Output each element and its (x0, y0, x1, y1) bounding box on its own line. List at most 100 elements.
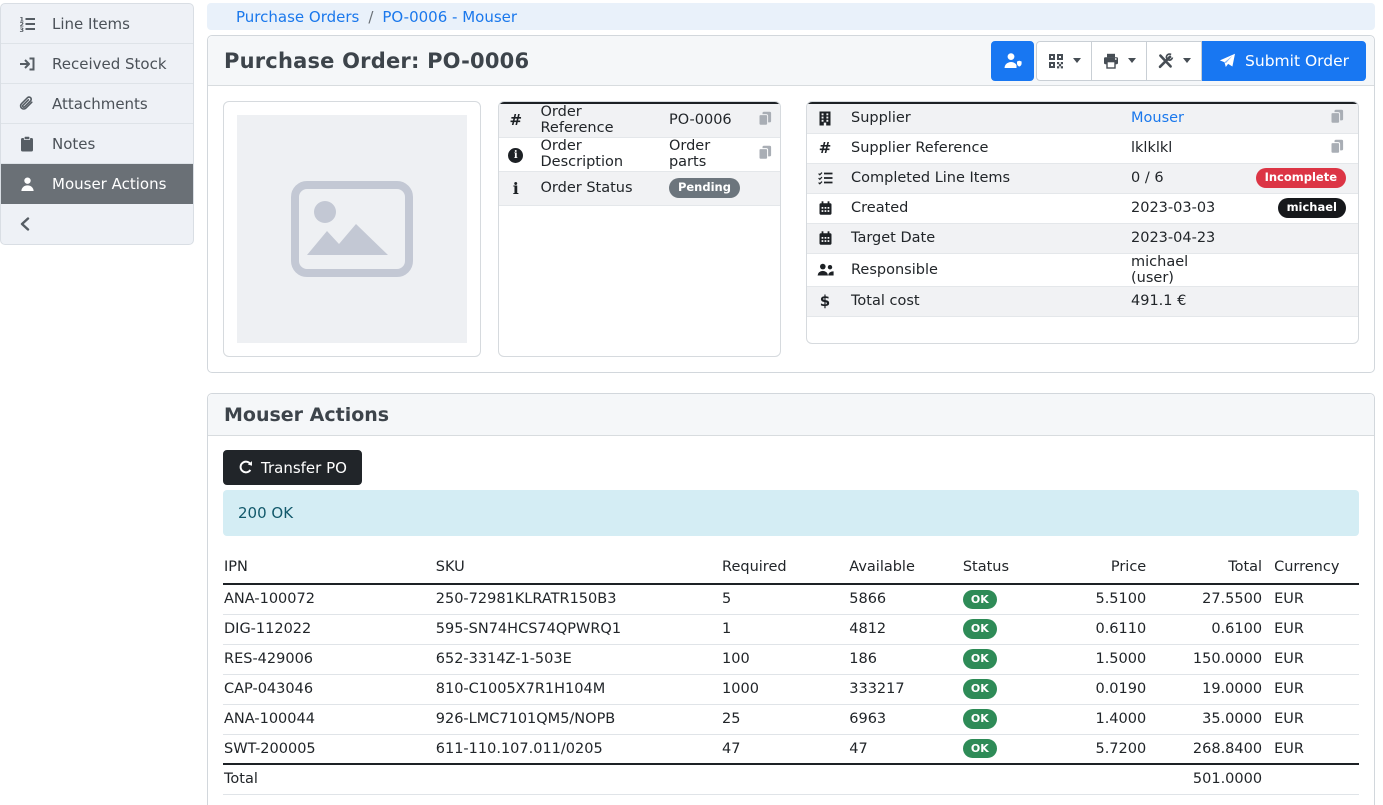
cell-currency: EUR (1268, 674, 1359, 704)
column-header: Required (716, 552, 843, 584)
transfer-po-button[interactable]: Transfer PO (223, 450, 362, 485)
status-badge: Pending (669, 178, 740, 198)
supplier-link[interactable]: Mouser (1131, 110, 1184, 126)
cell-ipn: DIG-112022 (223, 614, 430, 644)
table-row: Completed Line Items 0 / 6 Incomplete (807, 163, 1358, 193)
sidebar-item-label: Attachments (52, 95, 148, 113)
ok-badge: OK (963, 590, 997, 609)
ok-badge: OK (963, 709, 997, 728)
breadcrumb-link-purchase-orders[interactable]: Purchase Orders (236, 8, 359, 26)
detail-label: Target Date (843, 223, 1123, 253)
cell-ipn: ANA-100072 (223, 584, 430, 614)
column-header: Status (957, 552, 1059, 584)
mouser-actions-body: Transfer PO 200 OK IPN SKU Required Avai… (208, 436, 1374, 805)
sidebar-item-received-stock[interactable]: Received Stock (1, 44, 193, 84)
cell-price: 0.0190 (1059, 674, 1152, 704)
qrcode-icon (1048, 53, 1064, 69)
cell-currency: EUR (1268, 704, 1359, 734)
sidebar-item-label: Line Items (52, 15, 130, 33)
cell-required: 1 (716, 614, 843, 644)
calendar-icon (815, 231, 835, 245)
sidebar-item-mouser-actions[interactable]: Mouser Actions (1, 164, 193, 204)
order-options-button[interactable] (1146, 41, 1202, 81)
sidebar-item-notes[interactable]: Notes (1, 124, 193, 164)
detail-value: PO-0006 (661, 103, 748, 137)
sidebar-item-line-items[interactable]: 123 Line Items (1, 4, 193, 44)
breadcrumb-link-po[interactable]: PO-0006 - Mouser (382, 8, 517, 26)
cell-required: 47 (716, 734, 843, 764)
table-row: # Order Reference PO-0006 (499, 103, 780, 137)
copy-button[interactable] (758, 111, 772, 126)
sidebar-item-attachments[interactable]: Attachments (1, 84, 193, 124)
cell-total: 27.5500 (1152, 584, 1268, 614)
barcode-actions-button[interactable] (1036, 41, 1092, 81)
clipboard-icon (16, 136, 38, 152)
table-row: SWT-200005 611-110.107.011/0205 47 47 OK… (223, 734, 1359, 764)
cell-available: 4812 (843, 614, 957, 644)
print-actions-button[interactable] (1091, 41, 1147, 81)
detail-label: Created (843, 193, 1123, 223)
list-ol-icon: 123 (16, 16, 38, 32)
copy-button[interactable] (758, 145, 772, 160)
cell-currency: EUR (1268, 734, 1359, 764)
hashtag-icon: # (819, 139, 832, 157)
paper-plane-icon (1219, 53, 1236, 69)
table-row: $ Total cost 491.1 € (807, 286, 1358, 316)
cell-ipn: ANA-100044 (223, 704, 430, 734)
table-row: i Order Status Pending (499, 171, 780, 205)
detail-value: lklklkl (1123, 133, 1238, 163)
sign-in-icon (16, 56, 38, 72)
copy-button[interactable] (1330, 109, 1344, 124)
info-icon: i (513, 179, 519, 198)
toolbar-button-group (1036, 41, 1202, 81)
order-image-placeholder[interactable] (237, 115, 467, 343)
list-check-icon (815, 171, 835, 185)
response-alert: 200 OK (223, 490, 1359, 536)
dollar-icon: $ (820, 292, 830, 310)
purchase-order-body: # Order Reference PO-0006 i Order Descri… (208, 86, 1374, 372)
table-row: Created 2023-03-03 michael (807, 193, 1358, 223)
detail-value: Order parts (661, 137, 748, 171)
transfer-po-label: Transfer PO (261, 459, 347, 477)
cell-ipn: CAP-043046 (223, 674, 430, 704)
table-row: CAP-043046 810-C1005X7R1H104M 1000 33321… (223, 674, 1359, 704)
mouser-actions-header: Mouser Actions (208, 394, 1374, 436)
sidebar-item-label: Mouser Actions (52, 175, 166, 193)
submit-order-button[interactable]: Submit Order (1202, 41, 1366, 81)
detail-label: Order Description (533, 137, 661, 171)
order-details-table: # Order Reference PO-0006 i Order Descri… (499, 102, 780, 206)
table-row: # Supplier Reference lklklkl (807, 133, 1358, 163)
cell-sku: 652-3314Z-1-503E (430, 644, 716, 674)
ok-badge: OK (963, 649, 997, 668)
chevron-left-icon (19, 217, 31, 231)
cell-sku: 926-LMC7101QM5/NOPB (430, 704, 716, 734)
svg-text:3: 3 (19, 25, 24, 31)
sidebar-item-label: Received Stock (52, 55, 167, 73)
table-row: Target Date 2023-04-23 (807, 223, 1358, 253)
panel-title: Mouser Actions (224, 404, 389, 426)
column-header: IPN (223, 552, 430, 584)
table-row: RES-429006 652-3314Z-1-503E 100 186 OK 1… (223, 644, 1359, 674)
cell-required: 25 (716, 704, 843, 734)
copy-button[interactable] (1330, 139, 1344, 154)
cell-price: 1.4000 (1059, 704, 1152, 734)
sidebar-collapse-button[interactable] (1, 204, 193, 244)
table-row: ANA-100072 250-72981KLRATR150B3 5 5866 O… (223, 584, 1359, 614)
cell-sku: 595-SN74HCS74QPWRQ1 (430, 614, 716, 644)
order-image-card (223, 101, 481, 357)
empty-row (807, 317, 1358, 343)
column-header: Available (843, 552, 957, 584)
sidebar-item-label: Notes (52, 135, 95, 153)
admin-button[interactable] (991, 41, 1034, 81)
cell-available: 333217 (843, 674, 957, 704)
table-header-row: IPN SKU Required Available Status Price … (223, 552, 1359, 584)
column-header: Price (1059, 552, 1152, 584)
cell-total: 150.0000 (1152, 644, 1268, 674)
chevron-down-icon (1128, 58, 1136, 63)
ok-badge: OK (963, 619, 997, 638)
info-circle-icon: i (508, 148, 523, 163)
detail-value: 491.1 € (1123, 286, 1238, 316)
cell-sku: 611-110.107.011/0205 (430, 734, 716, 764)
breadcrumb: Purchase Orders / PO-0006 - Mouser (207, 3, 1375, 30)
cell-required: 5 (716, 584, 843, 614)
